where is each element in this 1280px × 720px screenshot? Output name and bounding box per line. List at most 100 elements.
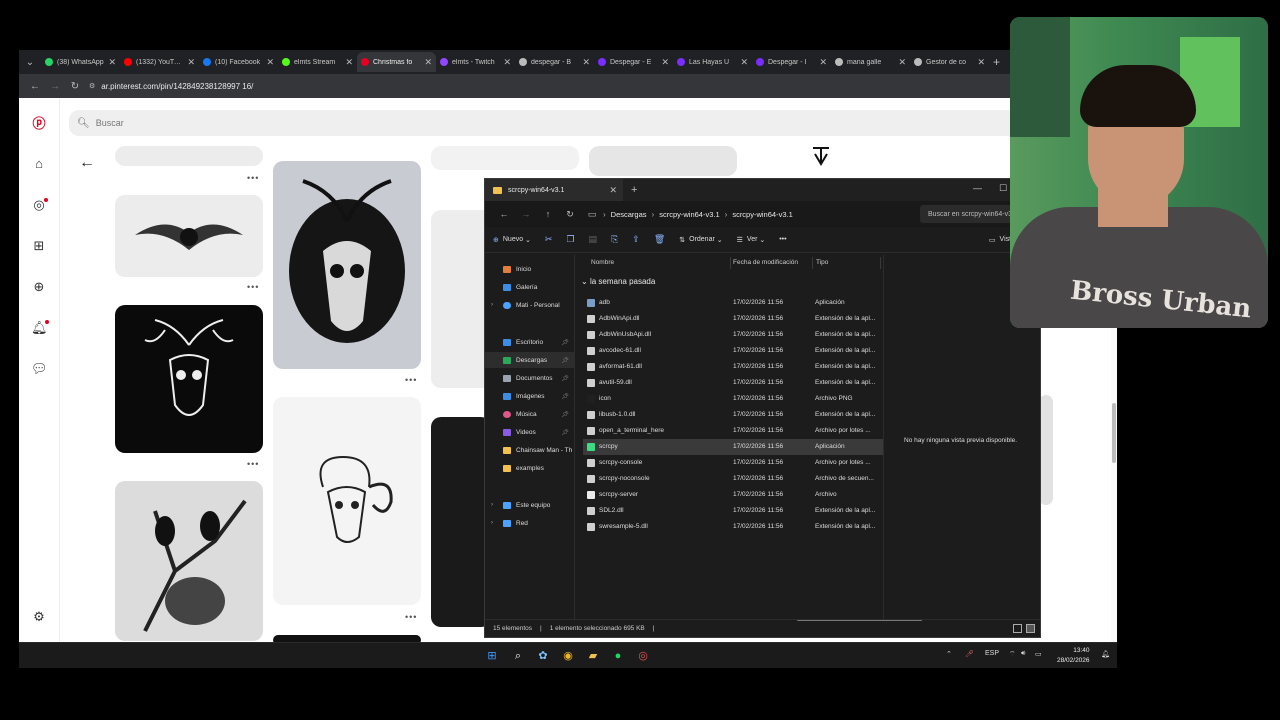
more-options-icon[interactable]: •••: [779, 236, 786, 243]
nav-item-music[interactable]: Música 📌︎: [485, 406, 575, 422]
pin-image[interactable]: [115, 195, 263, 277]
capture-app-icon[interactable]: ◎: [636, 649, 650, 663]
minimize-icon[interactable]: —: [973, 183, 982, 193]
close-tab-icon[interactable]: ✕: [503, 57, 511, 68]
close-tab-icon[interactable]: ✕: [609, 185, 617, 196]
pin-image[interactable]: [1039, 395, 1053, 505]
pin-image[interactable]: [431, 210, 491, 388]
sort-button[interactable]: ⇅ Ordenar ⌄: [679, 236, 722, 244]
file-row[interactable]: swresample-5.dll 17/02/2026 11:56 Extensió…: [583, 519, 883, 535]
browser-tab[interactable]: Despegar - I ✕: [752, 52, 831, 72]
close-tab-icon[interactable]: ✕: [661, 57, 669, 68]
search-icon[interactable]: ⌕: [511, 649, 525, 663]
tray-chevron-up-icon[interactable]: ⌃: [946, 650, 952, 658]
reload-icon[interactable]: ↻: [65, 81, 85, 92]
browser-tab[interactable]: elmts - Twitch ✕: [436, 52, 515, 72]
browser-tab[interactable]: Despegar - E ✕: [594, 52, 673, 72]
file-explorer-icon[interactable]: ▰: [586, 649, 600, 663]
url-field[interactable]: ar.pinterest.com/pin/142849238128997 16/: [101, 82, 253, 91]
browser-tab[interactable]: despegar - B ✕: [515, 52, 594, 72]
browser-tab[interactable]: Christmas fo ✕: [357, 52, 436, 72]
back-icon[interactable]: ←: [493, 209, 515, 219]
pin-image[interactable]: [273, 397, 421, 605]
pin-image[interactable]: [431, 146, 579, 170]
nav-item-images[interactable]: Imágenes 📌︎: [485, 388, 575, 404]
column-separator[interactable]: [730, 257, 731, 269]
file-row[interactable]: scrcpy-noconsole 17/02/2026 11:56 Archivo …: [583, 471, 883, 487]
expand-chevron-icon[interactable]: ›: [491, 502, 493, 508]
pin-more-icon[interactable]: •••: [247, 459, 259, 469]
pin-more-icon[interactable]: •••: [247, 173, 259, 183]
file-row[interactable]: scrcpy-console 17/02/2026 11:56 Archivo po…: [583, 455, 883, 471]
notifications-icon[interactable]: 🔔︎: [1101, 650, 1110, 658]
nav-item-examples[interactable]: examples: [485, 460, 575, 476]
new-explorer-tab-button[interactable]: +: [631, 184, 637, 196]
nav-item-chainsaw-man[interactable]: Chainsaw Man - Th: [485, 442, 575, 458]
pin-image[interactable]: [589, 146, 737, 176]
nav-item-documents[interactable]: Documentos 📌︎: [485, 370, 575, 386]
breadcrumb-subfolder[interactable]: scrcpy-win64-v3.1: [732, 210, 792, 219]
breadcrumb-folder[interactable]: scrcpy-win64-v3.1: [659, 210, 719, 219]
settings-icon[interactable]: ⚙: [31, 609, 47, 625]
nav-item-gallery[interactable]: Galería: [485, 279, 575, 295]
language-indicator[interactable]: ESP: [985, 650, 999, 657]
pin-image[interactable]: [115, 481, 263, 641]
file-row[interactable]: AdbWinUsbApi.dll 17/02/2026 11:56 Extensió…: [583, 327, 883, 343]
file-row[interactable]: adb 17/02/2026 11:56 Aplicación: [583, 295, 883, 311]
close-tab-icon[interactable]: ✕: [898, 57, 906, 68]
expand-chevron-icon[interactable]: ›: [491, 520, 493, 526]
nav-item-videos[interactable]: Videos 📌︎: [485, 424, 575, 440]
scrollbar-thumb[interactable]: [1112, 403, 1116, 463]
browser-tab[interactable]: mana galle ✕: [831, 52, 910, 72]
maximize-icon[interactable]: ☐: [999, 183, 1007, 194]
refresh-icon[interactable]: ↻: [559, 209, 581, 220]
details-view-icon[interactable]: [1013, 624, 1022, 633]
create-icon[interactable]: ⊕: [31, 279, 47, 295]
column-header-name[interactable]: Nombre: [591, 259, 614, 266]
nav-item-downloads[interactable]: Descargas 📌︎: [485, 352, 575, 368]
close-tab-icon[interactable]: ✕: [582, 57, 590, 68]
file-row[interactable]: libusb-1.0.dll 17/02/2026 11:56 Extensión …: [583, 407, 883, 423]
search-input[interactable]: Buscar: [96, 118, 124, 128]
chrome-icon[interactable]: ◉: [561, 649, 575, 663]
nav-item-network[interactable]: › Red: [485, 515, 575, 531]
file-row[interactable]: scrcpy 17/02/2026 11:56 Aplicación: [583, 439, 883, 455]
delete-icon[interactable]: 🗑︎: [654, 234, 665, 245]
pin-image[interactable]: [273, 161, 421, 369]
rename-icon[interactable]: ⎘: [611, 234, 618, 245]
file-row[interactable]: avcodec-61.dll 17/02/2026 11:56 Extensión …: [583, 343, 883, 359]
column-separator[interactable]: [880, 257, 881, 269]
file-row[interactable]: AdbWinApi.dll 17/02/2026 11:56 Extensión d…: [583, 311, 883, 327]
microphone-icon[interactable]: 🎤︎: [965, 650, 974, 658]
new-button[interactable]: ⊕ Nuevo ⌄: [493, 236, 531, 244]
cut-icon[interactable]: ✂: [545, 234, 553, 245]
pin-more-icon[interactable]: •••: [405, 375, 417, 385]
browser-tab[interactable]: Gestor de co ✕: [910, 52, 989, 72]
browser-tab[interactable]: (38) WhatsApp ✕: [41, 52, 120, 72]
file-row[interactable]: open_a_terminal_here 17/02/2026 11:56 Arch…: [583, 423, 883, 439]
volume-icon[interactable]: 🔊︎: [1021, 650, 1025, 658]
clock[interactable]: 13:40 28/02/2026: [1057, 646, 1090, 666]
tiles-view-icon[interactable]: [1026, 624, 1035, 633]
browser-tab[interactable]: elmts Stream ✕: [278, 52, 357, 72]
column-header-date[interactable]: Fecha de modificación: [733, 259, 798, 266]
pin-image[interactable]: [115, 146, 263, 166]
spotify-icon[interactable]: ●: [611, 649, 625, 663]
new-tab-button[interactable]: +: [993, 55, 1000, 69]
pin-more-icon[interactable]: •••: [405, 612, 417, 622]
close-tab-icon[interactable]: ✕: [977, 57, 985, 68]
back-icon[interactable]: ←: [25, 81, 45, 92]
forward-icon[interactable]: →: [45, 81, 65, 92]
close-tab-icon[interactable]: ✕: [819, 57, 827, 68]
file-row[interactable]: SDL2.dll 17/02/2026 11:56 Extensión de la …: [583, 503, 883, 519]
file-row[interactable]: icon 17/02/2026 11:56 Archivo PNG: [583, 391, 883, 407]
file-row[interactable]: avutil-59.dll 17/02/2026 11:56 Extensión d…: [583, 375, 883, 391]
share-icon[interactable]: ⇪: [632, 234, 640, 245]
close-tab-icon[interactable]: ✕: [740, 57, 748, 68]
pin-image[interactable]: [747, 146, 895, 166]
column-header-type[interactable]: Tipo: [816, 259, 828, 266]
nav-item-desktop[interactable]: Escritorio 📌︎: [485, 334, 575, 350]
browser-tab[interactable]: Las Hayas U ✕: [673, 52, 752, 72]
column-separator[interactable]: [812, 257, 813, 269]
nav-item-home[interactable]: Inicio: [485, 261, 575, 277]
